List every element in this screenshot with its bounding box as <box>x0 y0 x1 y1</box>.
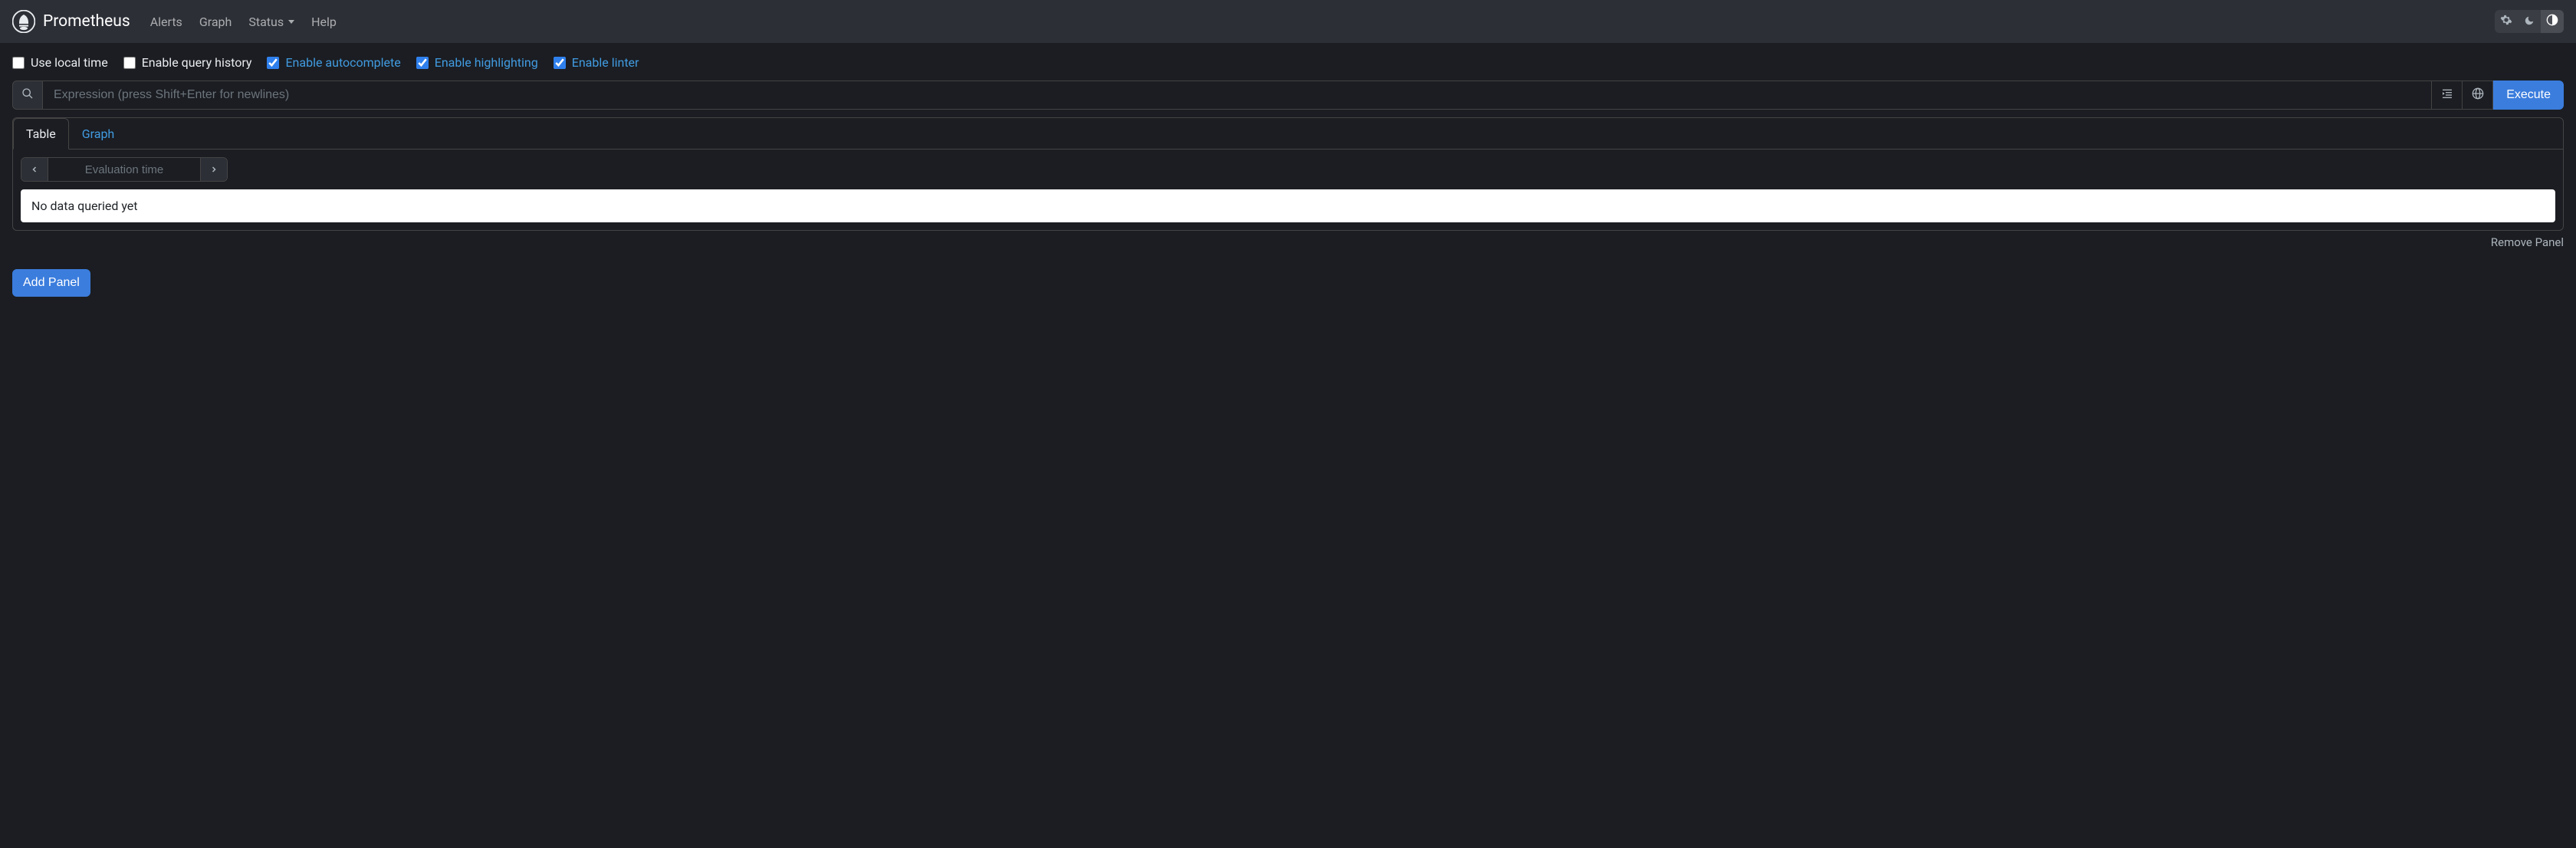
gear-icon <box>2500 14 2512 29</box>
theme-auto-button[interactable] <box>2541 10 2564 33</box>
theme-dark-button[interactable] <box>2518 10 2541 33</box>
moon-icon <box>2524 15 2535 29</box>
execute-button[interactable]: Execute <box>2493 81 2564 110</box>
eval-time-next-button[interactable] <box>201 158 227 181</box>
enable-query-history-checkbox[interactable] <box>123 57 136 69</box>
enable-autocomplete-option: Enable autocomplete <box>267 55 400 70</box>
enable-query-history-label[interactable]: Enable query history <box>142 55 252 70</box>
query-panel: Table Graph No data queried yet <box>12 117 2564 231</box>
caret-down-icon <box>288 20 294 24</box>
use-local-time-label[interactable]: Use local time <box>31 55 108 70</box>
enable-linter-label[interactable]: Enable linter <box>572 55 639 70</box>
main-container: Use local time Enable query history Enab… <box>0 43 2576 309</box>
use-local-time-checkbox[interactable] <box>12 57 25 69</box>
chevron-right-icon <box>209 163 219 177</box>
eval-time-prev-button[interactable] <box>21 158 48 181</box>
nav-graph[interactable]: Graph <box>192 8 240 35</box>
enable-autocomplete-label[interactable]: Enable autocomplete <box>285 55 400 70</box>
metrics-explorer-button[interactable] <box>2463 81 2493 110</box>
options-row: Use local time Enable query history Enab… <box>12 55 2564 70</box>
format-button[interactable] <box>2432 81 2463 110</box>
contrast-icon <box>2546 14 2558 29</box>
enable-linter-option: Enable linter <box>554 55 639 70</box>
brand[interactable]: Prometheus <box>12 10 130 33</box>
nav-status[interactable]: Status <box>241 8 302 35</box>
expression-row: Execute <box>12 81 2564 110</box>
search-icon-addon <box>12 81 43 110</box>
eval-time-input[interactable] <box>48 158 201 181</box>
indent-icon <box>2441 87 2453 103</box>
enable-highlighting-checkbox[interactable] <box>416 57 429 69</box>
tab-table[interactable]: Table <box>13 118 69 150</box>
panel-tabs: Table Graph <box>13 118 2563 150</box>
enable-highlighting-option: Enable highlighting <box>416 55 538 70</box>
panel-body: No data queried yet <box>13 150 2563 230</box>
chevron-left-icon <box>30 163 39 177</box>
search-icon <box>21 87 34 103</box>
add-panel-button[interactable]: Add Panel <box>12 269 90 297</box>
enable-query-history-option: Enable query history <box>123 55 252 70</box>
empty-state-message: No data queried yet <box>21 189 2555 222</box>
nav-links: Alerts Graph Status Help <box>143 8 344 35</box>
use-local-time-option: Use local time <box>12 55 108 70</box>
tab-graph[interactable]: Graph <box>69 118 128 150</box>
eval-time-group <box>21 157 228 182</box>
brand-text: Prometheus <box>43 12 130 31</box>
remove-panel-link[interactable]: Remove Panel <box>12 235 2564 249</box>
expression-input[interactable] <box>43 81 2432 110</box>
enable-autocomplete-checkbox[interactable] <box>267 57 279 69</box>
navbar: Prometheus Alerts Graph Status Help <box>0 0 2576 43</box>
enable-linter-checkbox[interactable] <box>554 57 566 69</box>
enable-highlighting-label[interactable]: Enable highlighting <box>435 55 538 70</box>
nav-help[interactable]: Help <box>304 8 344 35</box>
prometheus-logo-icon <box>12 10 35 33</box>
globe-icon <box>2472 87 2484 103</box>
nav-alerts[interactable]: Alerts <box>143 8 190 35</box>
theme-light-button[interactable] <box>2495 10 2518 33</box>
theme-toggle-group <box>2495 10 2564 33</box>
